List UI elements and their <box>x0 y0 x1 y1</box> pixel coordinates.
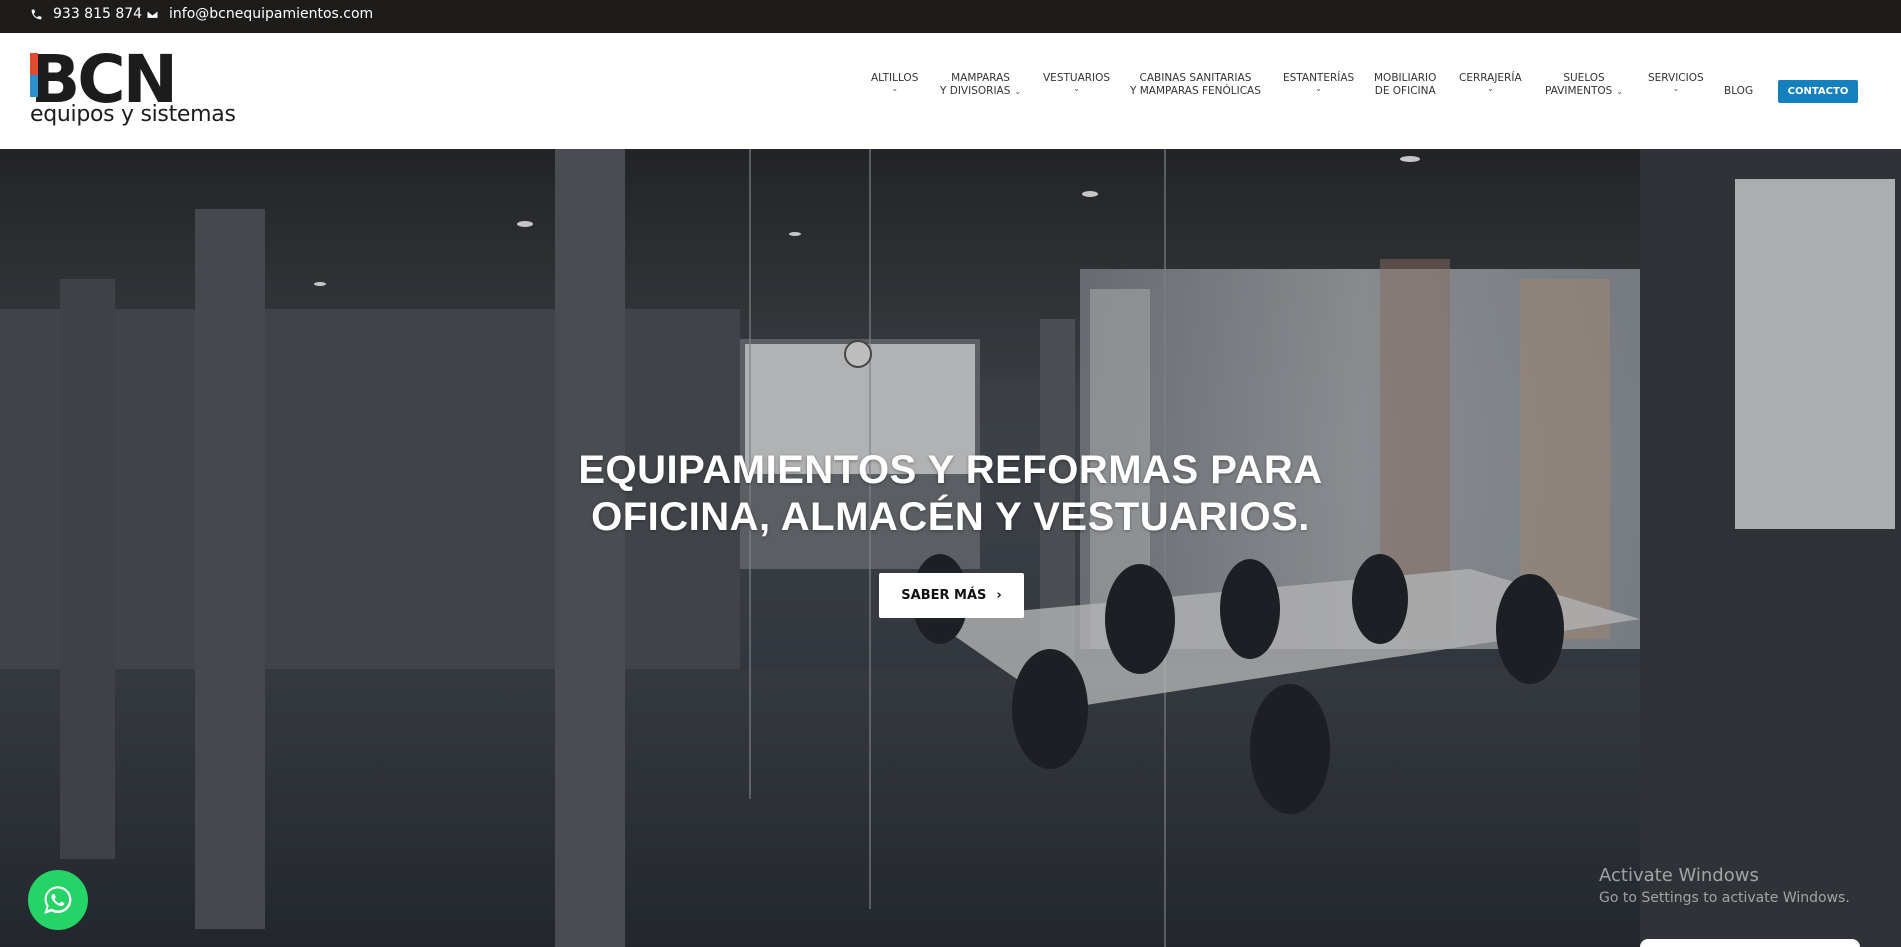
logo-tagline: equipos y sistemas <box>30 102 236 127</box>
whatsapp-button[interactable] <box>28 870 88 930</box>
hero-title: EQUIPAMIENTOS Y REFORMAS PARA OFICINA, A… <box>0 447 1901 541</box>
logo-blue-mark <box>30 75 38 97</box>
windows-activation-watermark: Activate Windows Go to Settings to activ… <box>1599 865 1850 906</box>
chevron-down-icon: ⌄ <box>1014 87 1022 96</box>
chevron-down-icon: ⌄ <box>1672 84 1680 93</box>
nav-altillos-label: ALTILLOS <box>871 72 919 84</box>
nav-suelos-label-2: PAVIMENTOS <box>1545 85 1613 97</box>
hero-section: EQUIPAMIENTOS Y REFORMAS PARA OFICINA, A… <box>0 149 1901 947</box>
contact-button[interactable]: CONTACTO <box>1778 80 1858 103</box>
nav-cabinas[interactable]: CABINAS SANITARIAS Y MAMPARAS FENÓLICAS <box>1130 72 1261 98</box>
nav-cerrajeria-label: CERRAJERÍA <box>1459 72 1522 84</box>
email-link[interactable]: info@bcnequipamientos.com <box>146 6 373 22</box>
envelope-icon <box>146 9 159 19</box>
hero-title-line-2: OFICINA, ALMACÉN Y VESTUARIOS. <box>591 495 1310 539</box>
nav-estanterias-label: ESTANTERÍAS <box>1283 72 1355 84</box>
nav-mamparas[interactable]: MAMPARAS Y DIVISORIAS ⌄ <box>940 72 1021 98</box>
chevron-down-icon: ⌄ <box>1315 84 1322 93</box>
nav-vestuarios-label: VESTUARIOS <box>1043 72 1111 84</box>
chevron-right-icon: › <box>996 588 1002 603</box>
phone-icon <box>31 9 42 19</box>
nav-cabinas-label-2: Y MAMPARAS FENÓLICAS <box>1130 85 1261 97</box>
phone-number: 933 815 874 <box>53 6 143 22</box>
chevron-down-icon: ⌄ <box>1616 87 1624 96</box>
chevron-down-icon: ⌄ <box>1073 84 1080 93</box>
office-background-image <box>0 149 1901 947</box>
nav-estanterias[interactable]: ESTANTERÍAS ⌄ <box>1283 72 1354 93</box>
nav-cerrajeria[interactable]: CERRAJERÍA ⌄ <box>1459 72 1522 93</box>
nav-suelos-label-1: SUELOS <box>1563 72 1605 84</box>
nav-mobiliario-label-1: MOBILIARIO <box>1374 72 1437 84</box>
email-address: info@bcnequipamientos.com <box>169 6 374 22</box>
nav-vestuarios[interactable]: VESTUARIOS ⌄ <box>1043 72 1110 93</box>
nav-blog[interactable]: BLOG <box>1724 85 1753 97</box>
nav-mamparas-label-2: Y DIVISORIAS <box>940 85 1011 97</box>
top-contact-bar: 933 815 874 info@bcnequipamientos.com <box>0 0 1901 33</box>
nav-altillos[interactable]: ALTILLOS ⌄ <box>871 72 918 93</box>
nav-cabinas-label-1: CABINAS SANITARIAS <box>1139 72 1252 84</box>
phone-link[interactable]: 933 815 874 <box>30 6 142 22</box>
nav-mobiliario-label-2: DE OFICINA <box>1374 85 1436 97</box>
nav-servicios-label: SERVICIOS <box>1648 72 1704 84</box>
nav-mamparas-label-1: MAMPARAS <box>951 72 1010 84</box>
saber-mas-label: SABER MÁS <box>901 588 987 603</box>
site-header: BCN equipos y sistemas ALTILLOS ⌄ MAMPAR… <box>0 33 1901 149</box>
saber-mas-button[interactable]: SABER MÁS › <box>879 573 1024 618</box>
nav-suelos[interactable]: SUELOS PAVIMENTOS ⌄ <box>1545 72 1623 98</box>
chevron-down-icon: ⌄ <box>891 84 899 93</box>
bottom-widget-tab[interactable] <box>1640 939 1860 947</box>
nav-servicios[interactable]: SERVICIOS ⌄ <box>1648 72 1704 93</box>
activate-windows-title: Activate Windows <box>1599 865 1759 886</box>
whatsapp-icon <box>44 886 72 914</box>
chevron-down-icon: ⌄ <box>1486 84 1494 93</box>
activate-windows-subtitle: Go to Settings to activate Windows. <box>1599 890 1850 906</box>
logo-red-mark <box>30 53 38 75</box>
hero-title-line-1: EQUIPAMIENTOS Y REFORMAS PARA <box>578 448 1323 492</box>
logo[interactable]: BCN equipos y sistemas <box>30 41 236 127</box>
nav-mobiliario[interactable]: MOBILIARIO DE OFICINA <box>1374 72 1436 98</box>
